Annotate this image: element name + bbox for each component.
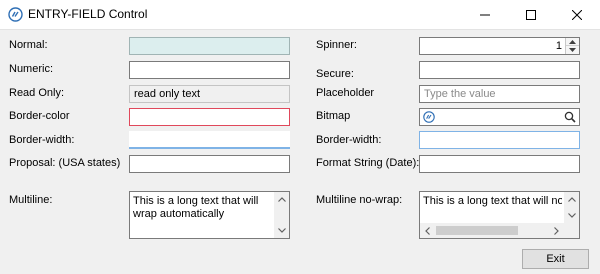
secure-label: Secure:: [316, 68, 354, 80]
minimize-icon: [480, 14, 490, 15]
scroll-down-icon: [567, 213, 576, 218]
border-color-field[interactable]: [129, 108, 290, 126]
scroll-left-button[interactable]: [420, 223, 435, 238]
scroll-down-button[interactable]: [274, 223, 289, 238]
border-width-field-left[interactable]: [129, 131, 290, 149]
app-logo-icon: [423, 111, 435, 123]
scroll-down-button[interactable]: [564, 208, 579, 223]
multiline-text: This is a long text that will wrap autom…: [133, 195, 259, 220]
search-icon[interactable]: [564, 111, 576, 123]
multiline-nowrap-text: This is a long text that will not wrap: [423, 195, 562, 207]
app-logo-icon: [8, 7, 23, 22]
maximize-button[interactable]: [508, 0, 554, 29]
scroll-up-button[interactable]: [564, 192, 579, 207]
multiline-nowrap-field[interactable]: This is a long text that will not wrap: [419, 191, 580, 239]
spinner-down-icon: [569, 48, 576, 52]
placeholder-text: Type the value: [424, 88, 496, 100]
window-title: ENTRY-FIELD Control: [28, 7, 148, 21]
multiline-label: Multiline:: [9, 194, 53, 206]
spinner-buttons: [565, 38, 579, 54]
nowrap-hscrollbar[interactable]: [420, 223, 564, 238]
nowrap-vscrollbar[interactable]: [564, 192, 579, 223]
scroll-corner: [564, 223, 579, 238]
scroll-up-button[interactable]: [274, 192, 289, 207]
scroll-right-icon: [554, 226, 559, 235]
spinner-down-button[interactable]: [566, 46, 579, 54]
readonly-field: read only text: [129, 85, 290, 103]
border-color-label: Border-color: [9, 110, 70, 122]
format-date-field[interactable]: [419, 155, 580, 173]
maximize-icon: [526, 9, 536, 20]
hscroll-thumb[interactable]: [436, 226, 518, 235]
placeholder-field[interactable]: Type the value: [419, 85, 580, 103]
scroll-down-icon: [277, 228, 286, 233]
multiline-nowrap-label: Multiline no-wrap:: [316, 194, 403, 206]
title-bar: ENTRY-FIELD Control: [0, 0, 600, 29]
multiline-field[interactable]: This is a long text that will wrap autom…: [129, 191, 290, 239]
exit-button[interactable]: Exit: [522, 249, 589, 269]
spinner-value: 1: [555, 40, 562, 52]
scroll-right-button[interactable]: [549, 223, 564, 238]
close-button[interactable]: [554, 0, 600, 29]
normal-field[interactable]: [129, 37, 290, 55]
spinner-up-button[interactable]: [566, 38, 579, 46]
minimize-button[interactable]: [462, 0, 508, 29]
format-label: Format String (Date):: [316, 157, 420, 169]
readonly-value: read only text: [134, 88, 201, 100]
border-width-label-right: Border-width:: [316, 134, 382, 146]
border-width-field-right[interactable]: [419, 131, 580, 149]
spinner-field[interactable]: 1: [419, 37, 580, 55]
scroll-left-icon: [425, 226, 430, 235]
scroll-up-icon: [277, 197, 286, 202]
normal-label: Normal:: [9, 39, 48, 51]
secure-field[interactable]: [419, 61, 580, 79]
bitmap-label: Bitmap: [316, 110, 351, 122]
spinner-label: Spinner:: [316, 39, 357, 51]
numeric-label: Numeric:: [9, 63, 54, 75]
spinner-up-icon: [569, 39, 576, 44]
placeholder-label: Placeholder: [316, 87, 375, 99]
border-width-label-left: Border-width:: [9, 134, 75, 146]
bitmap-field[interactable]: [419, 108, 580, 126]
scroll-up-icon: [567, 197, 576, 202]
readonly-label: Read Only:: [9, 87, 65, 99]
proposal-label: Proposal: (USA states): [9, 157, 121, 169]
multiline-vscrollbar[interactable]: [274, 192, 289, 238]
proposal-field[interactable]: [129, 155, 290, 173]
numeric-field[interactable]: [129, 61, 290, 79]
exit-button-label: Exit: [546, 253, 565, 265]
close-icon: [572, 9, 582, 20]
